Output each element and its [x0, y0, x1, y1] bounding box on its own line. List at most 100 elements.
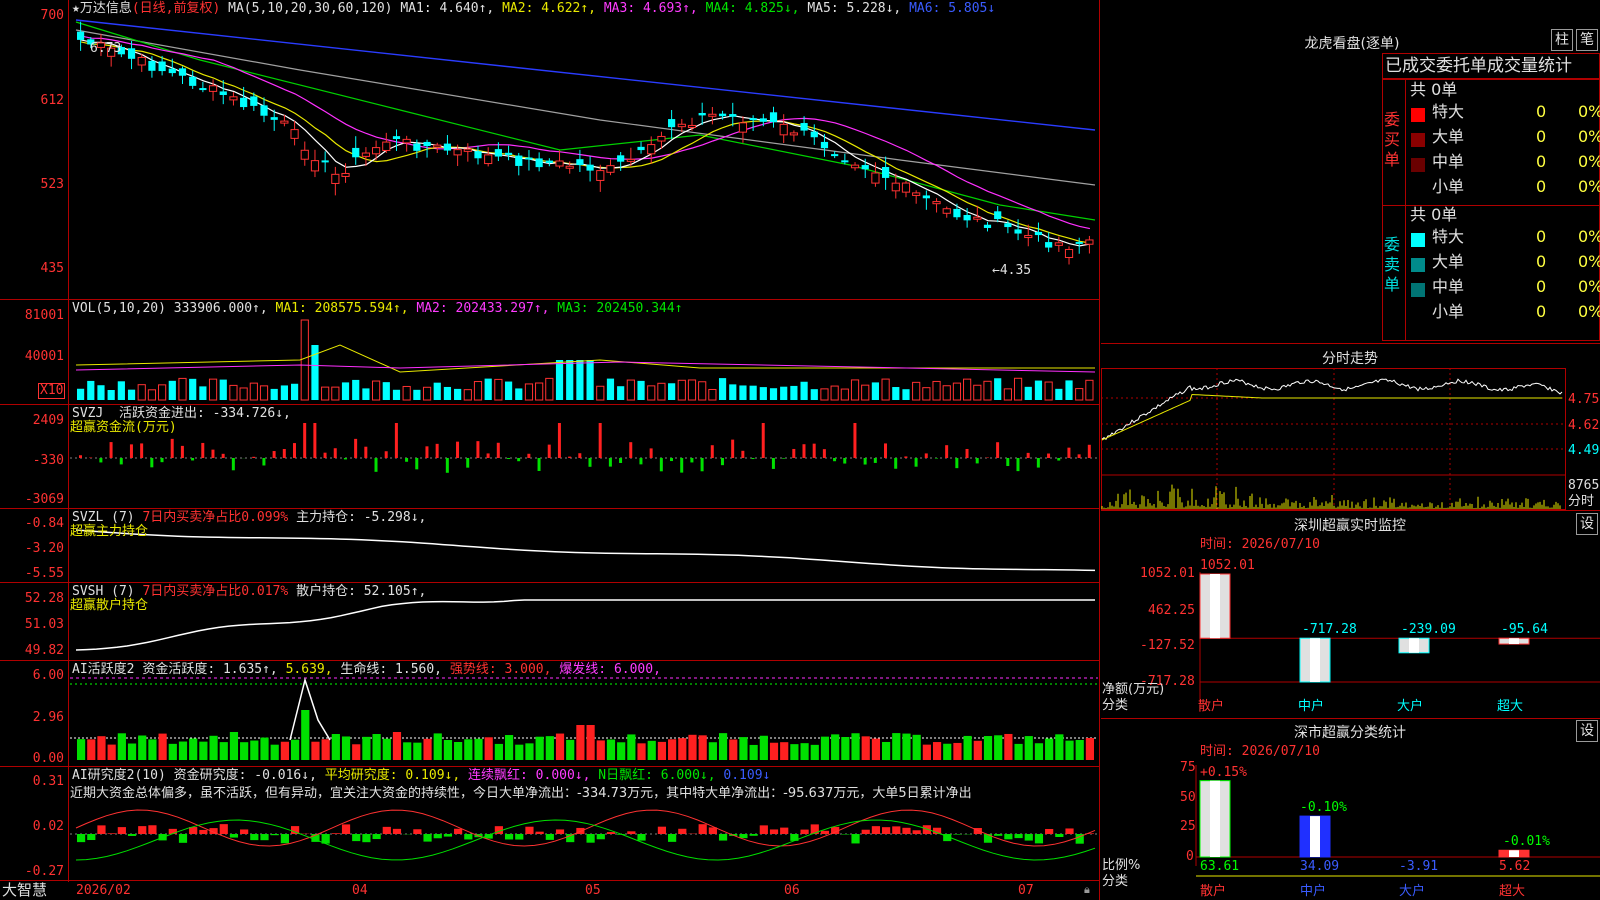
stock-name[interactable]: ★万达信息 [72, 1, 132, 16]
buy-row-name-3: 小单 [1432, 177, 1465, 196]
ai1-bar [341, 736, 351, 760]
vol-unit: X10 [40, 383, 64, 398]
ai1-bar [240, 742, 249, 760]
ai2-bar [454, 828, 463, 834]
volume-bar [178, 377, 187, 401]
svzj-bar [282, 449, 286, 458]
svzj-bar [1036, 458, 1040, 468]
candle-up [1085, 239, 1094, 245]
ai2-bar [912, 830, 921, 834]
ma3-value: MA3: 4.693↑, [603, 1, 698, 16]
svzj-label: SVZJ [72, 406, 104, 421]
svzj-bar [853, 423, 857, 458]
svzj-bar [405, 458, 409, 462]
svzj-bar [557, 423, 561, 458]
ai1-bar [362, 736, 371, 760]
volume-bar [687, 379, 697, 401]
volume-bar [341, 382, 350, 400]
sell-row-name-1: 大单 [1432, 252, 1465, 271]
ai1-bar [555, 733, 565, 760]
svzj-bar [323, 452, 327, 458]
volume-bar [749, 385, 757, 400]
candle-up [647, 144, 656, 155]
svzj-bar [639, 458, 643, 465]
monitor-settings-button[interactable]: 设 [1576, 513, 1598, 535]
svzj-bar [884, 443, 888, 458]
ai2-bar [902, 827, 911, 834]
ai1-bar [851, 733, 860, 760]
ai2-bar [127, 834, 137, 836]
volume-bar [932, 380, 941, 401]
volume-bar [504, 381, 513, 400]
ai1-bar [932, 742, 942, 760]
svzj-bar [435, 443, 439, 458]
period-label[interactable]: (日线,前复权) [132, 1, 220, 16]
lock-icon[interactable]: 🔒︎ [1084, 882, 1090, 897]
ai1-bar [576, 725, 585, 760]
candle-up [453, 149, 462, 156]
ai1-bar [321, 739, 330, 760]
candle-down [994, 211, 1002, 220]
candle-down [820, 141, 829, 149]
svzj-bar [354, 438, 358, 458]
volume-bar [840, 388, 849, 401]
volume-bar [392, 389, 401, 400]
ai2-bar [851, 834, 860, 844]
candle-down [352, 147, 360, 158]
ai1-bar [199, 741, 208, 760]
intraday-title: 分时走势 [1322, 351, 1378, 367]
ai1-bar [504, 735, 514, 760]
tick-view-button[interactable]: 笔 [1576, 29, 1598, 51]
candle-down [178, 68, 187, 76]
ai2-bar [97, 825, 106, 834]
vol-header: VOL(5,10,20) 333906.000↑, MA1: 208575.59… [72, 301, 683, 316]
ai2-bar [433, 834, 442, 839]
volume-bar [422, 386, 432, 401]
buy-row-count-3: 0 [1536, 177, 1547, 196]
candle-down [1004, 223, 1012, 228]
candle-up [708, 113, 717, 117]
volume-bar [800, 381, 808, 400]
stats-settings-button[interactable]: 设 [1576, 720, 1598, 742]
column-view-button[interactable]: 柱 [1551, 29, 1573, 51]
ai1-bar [1034, 743, 1044, 760]
sell-total: 共 0单 [1410, 205, 1458, 224]
svzj-metric: 活跃资金进出: -334.726↓, [118, 406, 291, 421]
svzj-bar [456, 441, 460, 458]
monitor-bar-label: -239.09 [1401, 622, 1456, 637]
ai1-bar [219, 742, 228, 760]
svzj-bar [150, 458, 154, 468]
candle-down [535, 158, 543, 168]
sell-row-name-3: 小单 [1432, 302, 1465, 321]
buy-row-pct-3: 0% [1578, 177, 1600, 196]
volume-bar [759, 387, 767, 400]
candle-down [474, 151, 482, 159]
ai1-bar [372, 734, 381, 760]
ai1-m3: 生命线: 1.560, [340, 662, 443, 677]
candle-down [841, 160, 849, 163]
volume-bar [1024, 386, 1032, 400]
svzl-sub: 超赢主力持仓 [70, 524, 149, 539]
candle-up [871, 172, 880, 184]
volume-bar [87, 380, 95, 400]
svzj-bar [761, 423, 765, 458]
vol-ma3: MA3: 202450.344↑ [557, 301, 683, 316]
lhb-subtitle: 已成交委托单成交量统计 [1385, 56, 1572, 76]
candle-up [382, 141, 391, 151]
ai2-bar [240, 829, 249, 834]
volume-bar [454, 388, 462, 400]
ai1-bar [1024, 736, 1033, 760]
candle-down [423, 141, 431, 147]
ai1-bar [902, 733, 911, 760]
ai2-bar [515, 834, 524, 840]
candle-down [718, 113, 727, 117]
price-chart-canvas[interactable] [0, 0, 1100, 900]
sell-row-count-2: 0 [1536, 277, 1547, 296]
volume-bar [484, 378, 492, 400]
candle-down [219, 91, 227, 95]
ai1-bar [423, 738, 432, 760]
ai1-bar [790, 744, 799, 760]
ai2-m3: 连续飘红: 0.000↓, [468, 768, 591, 783]
xaxis-jun: 06 [784, 883, 800, 898]
ai1-bar [1065, 740, 1074, 760]
